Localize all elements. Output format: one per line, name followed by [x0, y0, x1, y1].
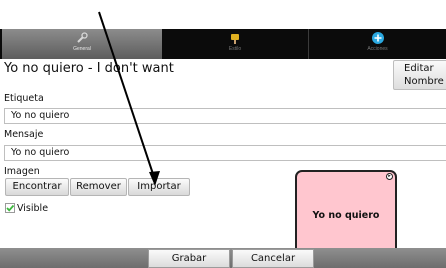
tab-general-label: General — [73, 46, 91, 52]
visible-label: Visible — [17, 203, 49, 214]
label-input[interactable]: Yo no quiero — [4, 108, 446, 124]
paint-icon — [231, 34, 239, 44]
image-field-label: Imagen — [4, 166, 40, 177]
checkbox-checked-icon — [5, 203, 15, 213]
message-field-label: Mensaje — [4, 129, 44, 140]
remove-button[interactable]: Remover — [70, 178, 127, 196]
save-button[interactable]: Grabar — [148, 249, 230, 268]
resize-corner-icon: ▸ — [386, 173, 393, 180]
edit-name-button[interactable]: Editar Nombre — [393, 60, 446, 90]
button-preview[interactable]: ▸ Yo no quiero — [295, 170, 397, 260]
import-button[interactable]: Importar — [128, 178, 190, 196]
tab-acciones-label: Acciones — [367, 46, 388, 52]
tab-bar: General Estilo Acciones — [0, 29, 446, 59]
plus-circle-icon — [371, 32, 384, 44]
page-title: Yo no quiero - I don't want — [4, 61, 174, 76]
find-button[interactable]: Encontrar — [5, 178, 69, 196]
message-input[interactable]: Yo no quiero — [4, 145, 446, 161]
tab-acciones[interactable]: Acciones — [308, 29, 446, 59]
tab-estilo-label: Estilo — [228, 46, 242, 52]
preview-text: Yo no quiero — [312, 210, 380, 221]
cancel-button[interactable]: Cancelar — [232, 249, 314, 268]
edit-name-line1: Editar — [404, 63, 434, 74]
tab-estilo[interactable]: Estilo — [164, 29, 306, 59]
edit-name-line2: Nombre — [404, 76, 444, 87]
tab-general[interactable]: General — [2, 29, 162, 59]
visible-checkbox[interactable]: Visible — [5, 203, 48, 215]
label-field-label: Etiqueta — [4, 93, 44, 104]
wrench-icon — [77, 32, 88, 43]
